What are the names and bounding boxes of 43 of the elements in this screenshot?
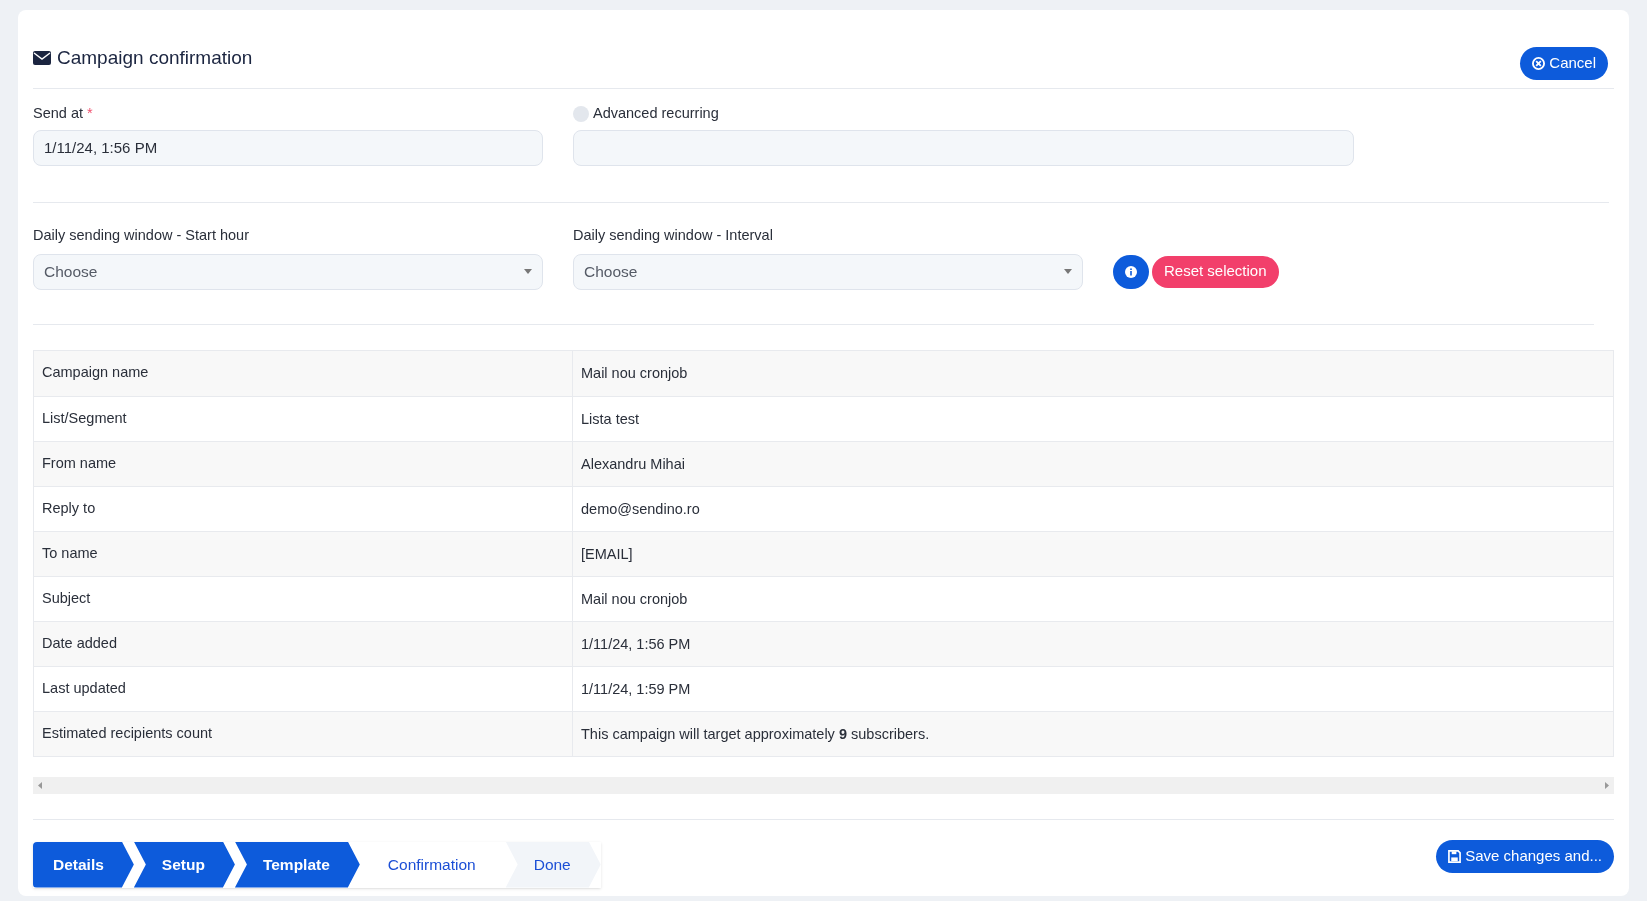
table-cell-text: 1/11/24, 1:56 PM — [580, 634, 692, 654]
field-label: Daily sending window - Start hour — [33, 225, 250, 245]
send-at-field[interactable]: 1/11/24, 1:56 PM — [33, 129, 543, 166]
table-cell: To name — [34, 531, 573, 576]
table-cell-text: 1/11/24, 1:59 PM — [580, 679, 692, 699]
info-icon — [1125, 265, 1137, 278]
table-cell: Reply to — [34, 486, 573, 531]
advanced-recurring-toggle[interactable] — [573, 105, 589, 122]
page-title: Campaign confirmation — [57, 46, 253, 70]
start-hour-select[interactable]: Choose — [33, 253, 543, 290]
table-cell: Date added — [34, 621, 573, 666]
scroll-left-icon — [38, 781, 42, 789]
table-cell-text: Mail nou cronjob — [580, 589, 689, 609]
field-label: Advanced recurring — [593, 104, 719, 123]
table-cell: From name — [34, 441, 573, 486]
field-label: Send at — [33, 105, 83, 121]
table-cell: Last updated — [34, 666, 573, 711]
table-cell-text: This campaign will target approximately 9 subscribers. — [580, 724, 931, 744]
reset-selection-button[interactable]: Reset selection — [1152, 255, 1279, 288]
table-cell-text: Mail nou cronjob — [580, 363, 689, 383]
info-button[interactable] — [1113, 254, 1149, 289]
table-cell: List/Segment — [34, 396, 573, 441]
table-cell-text: demo@sendino.ro — [580, 499, 701, 519]
envelope-icon — [33, 51, 51, 66]
cancel-button[interactable]: Cancel — [1520, 47, 1608, 80]
table-cell-text: Lista test — [580, 409, 641, 429]
caret-icon — [524, 269, 532, 274]
table-cell-text: [EMAIL] — [580, 544, 634, 564]
wizard-step[interactable]: Details — [33, 841, 134, 888]
caret-icon — [1064, 269, 1072, 274]
field-label: Daily sending window - Interval — [573, 225, 774, 245]
table-cell: Subject — [34, 576, 573, 621]
wizard-step[interactable]: Template — [234, 841, 360, 888]
scroll-right-icon — [1605, 781, 1609, 789]
wizard-step[interactable]: Done — [505, 841, 601, 888]
table-cell-text: Alexandru Mihai — [580, 454, 686, 474]
required-mark: * — [87, 105, 93, 121]
interval-select[interactable]: Choose — [573, 253, 1083, 290]
wizard-step[interactable]: Setup — [133, 841, 235, 888]
save-button[interactable]: Save changes and... — [1436, 839, 1614, 873]
table-cell: Estimated recipients count — [34, 711, 573, 756]
table-cell: Campaign name — [34, 350, 573, 396]
close-circle-icon — [1532, 57, 1546, 70]
